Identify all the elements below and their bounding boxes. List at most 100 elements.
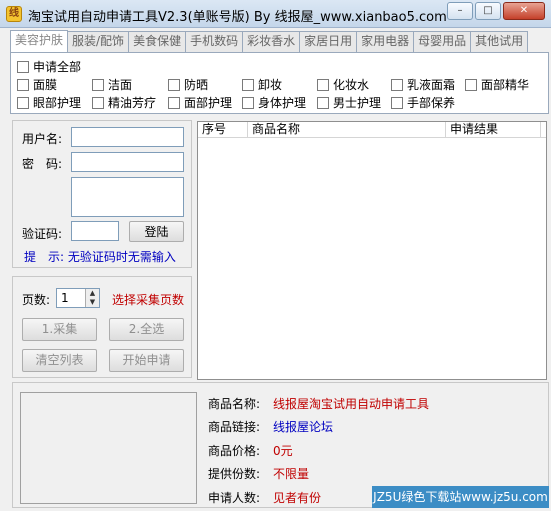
start-apply-button[interactable]: 开始申请 [109,349,184,372]
product-qty-label: 提供份数: [208,467,261,481]
tab-phone-digital[interactable]: 手机数码 [185,31,244,52]
tab-makeup-perfume[interactable]: 彩妆香水 [242,31,301,52]
category-tabs: 美容护肤 服装/配饰 美食保健 手机数码 彩妆香水 家居日用 家用电器 母婴用品… [10,30,529,52]
checkbox-select-all[interactable]: 申请全部 [17,58,81,75]
checkbox-label: 乳液面霜 [407,78,456,92]
checkbox-label: 卸妆 [258,78,283,92]
checkbox-body-care[interactable]: 身体护理 [242,94,317,111]
checkbox-cleanser[interactable]: 洁面 [92,76,168,93]
checkbox-label: 男士护理 [333,96,382,110]
tab-other[interactable]: 其他试用 [470,31,529,52]
product-qty-value: 不限量 [273,467,310,481]
checkbox-aromatherapy[interactable]: 精油芳疗 [92,94,168,111]
maximize-button[interactable]: □ [475,2,501,20]
checkbox-box[interactable] [465,78,477,91]
checkbox-label: 眼部护理 [33,96,82,110]
tab-clothing[interactable]: 服装/配饰 [67,31,130,52]
checkbox-facial-care[interactable]: 面部护理 [168,94,242,111]
username-input[interactable] [71,127,184,147]
list-header: 序号 商品名称 申请结果 [198,122,546,138]
login-hint: 提 示: 无验证码时无需输入 [24,250,176,264]
captcha-label: 验证码: [22,227,63,241]
checkbox-lotion-cream[interactable]: 乳液面霜 [391,76,465,93]
column-header-index[interactable]: 序号 [198,122,248,137]
collect-button[interactable]: 1.采集 [22,318,97,341]
checkbox-facial-essence[interactable]: 面部精华 [465,76,529,93]
checkbox-label: 精油芳疗 [108,96,157,110]
product-name-label: 商品名称: [208,397,261,411]
checkbox-box[interactable] [317,96,329,109]
checkbox-box[interactable] [17,96,29,109]
password-label: 密 码: [22,157,63,171]
login-button[interactable]: 登陆 [129,221,184,242]
checkbox-men-care[interactable]: 男士护理 [317,94,391,111]
checkbox-eye-care[interactable]: 眼部护理 [17,94,92,111]
product-list[interactable]: 序号 商品名称 申请结果 [197,121,547,380]
checkbox-box[interactable] [168,78,180,91]
checkbox-label: 面膜 [33,78,58,92]
product-price-label: 商品价格: [208,444,261,458]
product-applicants-label: 申请人数: [208,491,261,505]
column-header-result[interactable]: 申请结果 [446,122,541,137]
checkbox-box[interactable] [168,96,180,109]
product-price-value: 0元 [273,444,293,458]
checkbox-label: 化妆水 [333,78,370,92]
checkbox-box[interactable] [17,60,29,73]
pages-value[interactable]: 1 [61,291,69,305]
window-title: 淘宝试用自动申请工具V2.3(单账号版) By 线报屋_www.xianbao5… [28,10,447,25]
checkbox-label: 申请全部 [33,60,82,74]
tab-panel: 申请全部 面膜 洁面 防晒 卸妆 化妆水 乳液面霜 面部精华 眼部护理 精油芳疗… [10,52,549,114]
tab-mother-baby[interactable]: 母婴用品 [413,31,472,52]
checkbox-box[interactable] [317,78,329,91]
checkbox-box[interactable] [92,96,104,109]
product-applicants-value: 见者有份 [273,491,322,505]
checkbox-facial-mask[interactable]: 面膜 [17,76,92,93]
app-icon: 线 [6,6,22,22]
tab-home-daily[interactable]: 家居日用 [299,31,358,52]
checkbox-label: 面部精华 [481,78,530,92]
product-image [20,392,197,504]
spinner-down-icon[interactable]: ▼ [86,298,99,307]
close-button[interactable]: ✕ [503,2,545,20]
window-controls: – □ ✕ [447,2,545,20]
tab-beauty-skincare[interactable]: 美容护肤 [10,30,69,52]
title-bar: 线 淘宝试用自动申请工具V2.3(单账号版) By 线报屋_www.xianba… [0,0,551,28]
pages-label: 页数: [22,293,51,307]
checkbox-toner[interactable]: 化妆水 [317,76,391,93]
spinner-up-icon[interactable]: ▲ [86,289,99,298]
checkbox-box[interactable] [391,96,403,109]
checkbox-box[interactable] [242,96,254,109]
minimize-button[interactable]: – [447,2,473,20]
checkbox-box[interactable] [17,78,29,91]
checkbox-box[interactable] [242,78,254,91]
checkbox-box[interactable] [92,78,104,91]
column-header-name[interactable]: 商品名称 [248,122,446,137]
category-row-2: 眼部护理 精油芳疗 面部护理 身体护理 男士护理 手部保养 [17,94,455,111]
select-all-row: 申请全部 [17,58,81,75]
clear-list-button[interactable]: 清空列表 [22,349,97,372]
tab-food-health[interactable]: 美食保健 [128,31,187,52]
checkbox-sunscreen[interactable]: 防晒 [168,76,242,93]
checkbox-hand-care[interactable]: 手部保养 [391,94,455,111]
password-input[interactable] [71,152,184,172]
captcha-image[interactable] [71,177,184,217]
select-all-button[interactable]: 2.全选 [109,318,184,341]
checkbox-label: 手部保养 [407,96,456,110]
tab-appliances[interactable]: 家用电器 [356,31,415,52]
product-name-value: 线报屋淘宝试用自动申请工具 [273,397,430,411]
checkbox-label: 面部护理 [184,96,233,110]
product-link-value[interactable]: 线报屋论坛 [273,418,333,435]
category-row-1: 面膜 洁面 防晒 卸妆 化妆水 乳液面霜 面部精华 [17,76,529,93]
pages-spinner[interactable]: 1 ▲ ▼ [56,288,100,308]
checkbox-label: 身体护理 [258,96,307,110]
username-label: 用户名: [22,132,63,146]
checkbox-label: 洁面 [108,78,133,92]
checkbox-makeup-remover[interactable]: 卸妆 [242,76,317,93]
pages-hint: 选择采集页数 [112,293,185,307]
spinner-arrows[interactable]: ▲ ▼ [85,289,99,307]
watermark-banner: JZ5U绿色下载站www.jz5u.com [372,486,549,508]
checkbox-label: 防晒 [184,78,209,92]
checkbox-box[interactable] [391,78,403,91]
captcha-input[interactable] [71,221,119,241]
product-link-label: 商品链接: [208,420,261,434]
